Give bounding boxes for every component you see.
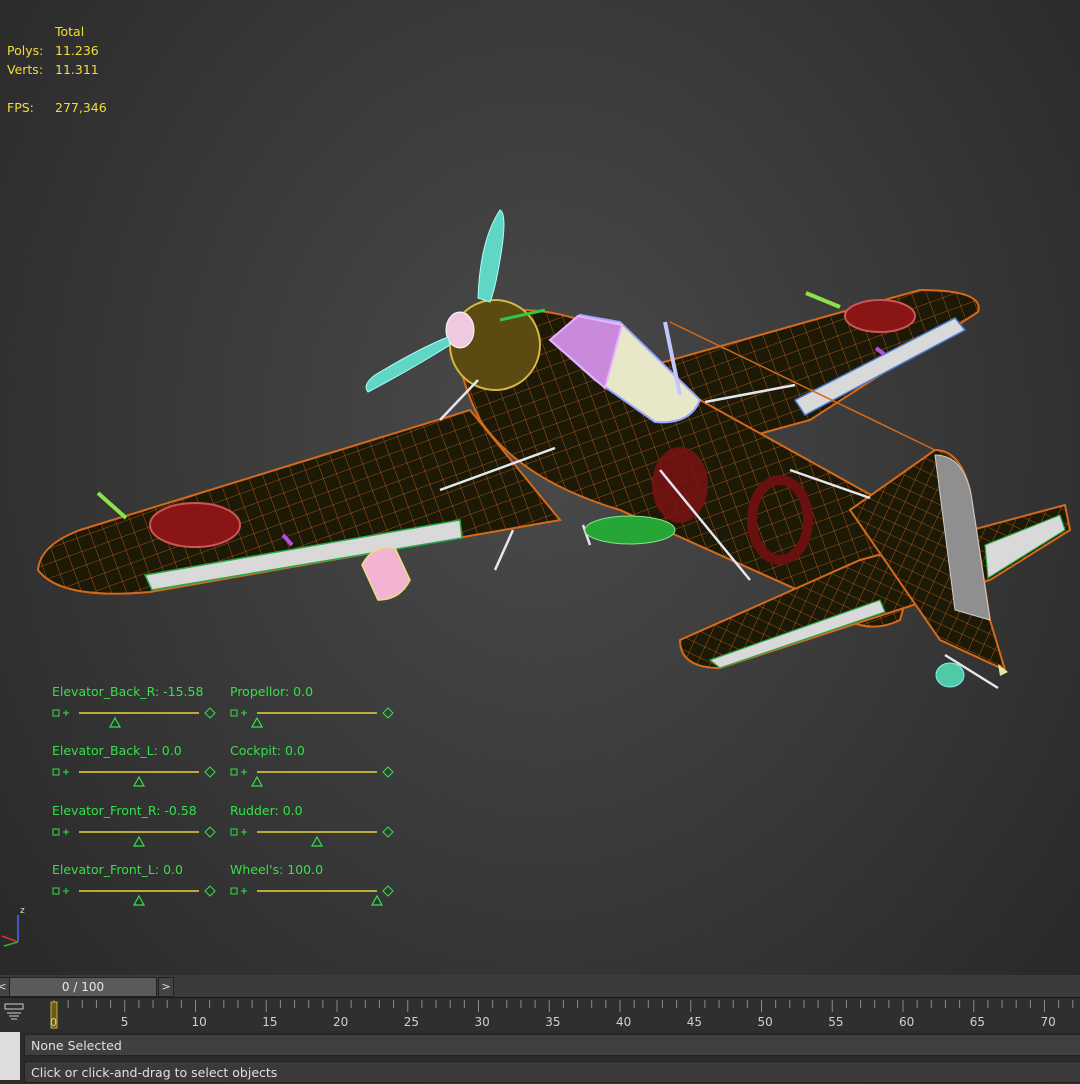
belly-tank xyxy=(584,515,676,545)
rig-slider-label: Elevator_Front_R: -0.58 xyxy=(52,803,197,818)
trackbar[interactable]: 5 10 15 20 25 30 35 40 45 50 55 60 65 70 0 xyxy=(0,997,1080,1032)
slider-handle-icon xyxy=(108,716,122,728)
rig-slider-label: Rudder: 0.0 xyxy=(230,803,303,818)
rig-slider-label: Wheel's: 100.0 xyxy=(230,862,324,877)
slider-box-icon xyxy=(52,768,60,776)
slider-plus-icon xyxy=(63,710,69,716)
slider-plus-icon xyxy=(241,769,247,775)
slider-handle-icon xyxy=(250,775,264,787)
tail-wheel xyxy=(935,662,965,688)
slider-box-icon xyxy=(52,709,60,717)
fuselage-roundel xyxy=(652,447,708,523)
rig-slider[interactable]: Propellor: 0.0 xyxy=(230,684,395,734)
slider-box-icon xyxy=(52,828,60,836)
trackbar-tick-label: 15 xyxy=(262,1015,277,1029)
spinner xyxy=(445,311,475,349)
rig-slider-label: Elevator_Back_L: 0.0 xyxy=(52,743,182,758)
trackbar-tick-label: 25 xyxy=(404,1015,419,1029)
slider-key-diamond-icon xyxy=(204,826,216,838)
slider-handle-icon xyxy=(250,716,264,728)
rig-slider-label: Cockpit: 0.0 xyxy=(230,743,305,758)
trackbar-tick-label: 40 xyxy=(616,1015,631,1029)
trackbar-tick-label: 60 xyxy=(899,1015,914,1029)
rig-slider-track xyxy=(52,766,216,787)
selection-status: None Selected xyxy=(24,1034,1080,1056)
rig-slider-track xyxy=(52,826,216,847)
status-bar: None Selected Click or click-and-drag to… xyxy=(0,1031,1080,1083)
rig-slider-label: Propellor: 0.0 xyxy=(230,684,314,699)
slider-box-icon xyxy=(230,709,238,717)
rig-slider[interactable]: Cockpit: 0.0 xyxy=(230,743,395,793)
slider-key-diamond-icon xyxy=(382,766,394,778)
trackbar-tick-label: 30 xyxy=(475,1015,490,1029)
trackbar-ruler: 5 10 15 20 25 30 35 40 45 50 55 60 65 70 0 xyxy=(50,1000,1074,1029)
slider-plus-icon xyxy=(63,769,69,775)
rig-slider-track xyxy=(230,885,394,906)
slider-plus-icon xyxy=(241,888,247,894)
rig-slider-label: Elevator_Front_L: 0.0 xyxy=(52,862,183,877)
slider-plus-icon xyxy=(63,829,69,835)
axis-z-label: z xyxy=(20,906,25,916)
rig-slider-track xyxy=(230,707,394,728)
slider-handle-icon xyxy=(132,775,146,787)
trackbar-tick-label: 55 xyxy=(828,1015,843,1029)
rig-slider[interactable]: Elevator_Front_L: 0.0 xyxy=(52,862,217,912)
slider-plus-icon xyxy=(63,888,69,894)
slider-key-diamond-icon xyxy=(382,826,394,838)
time-slider[interactable]: 0 / 100 xyxy=(9,977,157,997)
slider-box-icon xyxy=(230,768,238,776)
rig-slider-label: Elevator_Back_R: -15.58 xyxy=(52,684,204,699)
rig-slider-track xyxy=(230,766,394,787)
trackbar-tick-label: 70 xyxy=(1041,1015,1056,1029)
rig-slider[interactable]: Wheel's: 100.0 xyxy=(230,862,395,912)
trackbar-tick-label: 5 xyxy=(121,1015,129,1029)
maxscript-listener-icon[interactable] xyxy=(0,1032,20,1080)
left-wingtip-light xyxy=(96,491,128,520)
trackbar-tick-label: 20 xyxy=(333,1015,348,1029)
bone-3 xyxy=(493,529,515,571)
current-frame-label: 0 xyxy=(50,1016,57,1029)
slider-box-icon xyxy=(230,887,238,895)
slider-handle-icon xyxy=(132,894,146,906)
time-slider-bar: < 0 / 100 > xyxy=(0,975,1080,997)
rig-slider[interactable]: Elevator_Back_R: -15.58 xyxy=(52,684,217,734)
rig-slider[interactable]: Rudder: 0.0 xyxy=(230,803,395,853)
slider-handle-icon xyxy=(310,835,324,847)
trackbar-tick-label: 35 xyxy=(545,1015,560,1029)
prop-blade-left xyxy=(365,336,451,393)
trackbar-tick-label: 10 xyxy=(192,1015,207,1029)
slider-handle-icon xyxy=(370,894,384,906)
slider-key-diamond-icon xyxy=(204,766,216,778)
prop-blade-top xyxy=(477,209,505,303)
trackbar-tick-label: 65 xyxy=(970,1015,985,1029)
slider-key-diamond-icon xyxy=(204,885,216,897)
viewport[interactable]: Total Polys: 11.236 Verts: 11.311 FPS: 277,… xyxy=(0,0,1080,975)
next-frame-button[interactable]: > xyxy=(158,977,174,997)
slider-key-diamond-icon xyxy=(204,707,216,719)
slider-box-icon xyxy=(52,887,60,895)
rig-slider-track xyxy=(52,707,216,728)
rig-slider-track xyxy=(52,885,216,906)
right-wing-roundel xyxy=(844,299,916,333)
trackbar-tick-label: 45 xyxy=(687,1015,702,1029)
slider-key-diamond-icon xyxy=(382,885,394,897)
right-wingtip-light xyxy=(805,291,841,309)
axis-gizmo: z xyxy=(1,906,25,947)
trackbar-tick-label: 50 xyxy=(758,1015,773,1029)
rig-slider[interactable]: Elevator_Front_R: -0.58 xyxy=(52,803,217,853)
left-wing-roundel xyxy=(149,502,241,548)
left-wing xyxy=(36,408,562,595)
rig-slider[interactable]: Elevator_Back_L: 0.0 xyxy=(52,743,217,793)
slider-handle-icon xyxy=(132,835,146,847)
slider-box-icon xyxy=(230,828,238,836)
slider-plus-icon xyxy=(241,829,247,835)
rig-slider-track xyxy=(230,826,394,847)
slider-key-diamond-icon xyxy=(382,707,394,719)
left-gear xyxy=(361,546,411,601)
slider-plus-icon xyxy=(241,710,247,716)
